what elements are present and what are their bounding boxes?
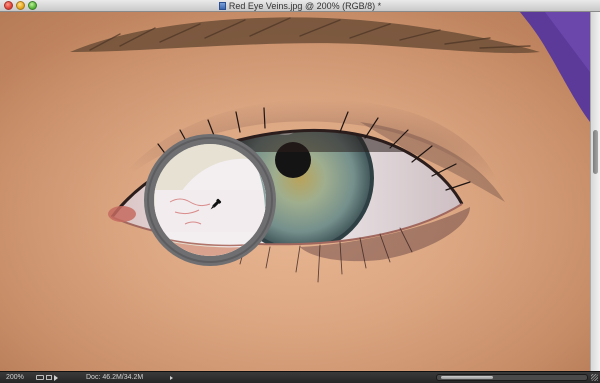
status-menu-arrow-icon[interactable]	[170, 376, 173, 380]
image-canvas[interactable]	[0, 12, 590, 371]
document-title: Red Eye Veins.jpg @ 200% (RGB/8) *	[228, 1, 382, 11]
eye-photo	[0, 12, 590, 371]
brush-cursor	[144, 134, 276, 266]
document-size: Doc: 46.2M/34.2M	[86, 374, 144, 381]
vertical-scroll-thumb[interactable]	[593, 130, 598, 174]
share-icon[interactable]	[54, 375, 58, 381]
horizontal-scroll-thumb[interactable]	[441, 376, 493, 379]
horizontal-scrollbar[interactable]	[436, 374, 588, 381]
document-icon	[218, 2, 226, 10]
document-title-wrap: Red Eye Veins.jpg @ 200% (RGB/8) *	[0, 0, 600, 12]
mask-icon[interactable]	[46, 375, 52, 380]
camera-raw-icon[interactable]	[36, 375, 44, 380]
zoom-level-field[interactable]: 200%	[6, 372, 24, 383]
vertical-scrollbar[interactable]	[590, 12, 600, 371]
title-bar: Red Eye Veins.jpg @ 200% (RGB/8) *	[0, 0, 600, 12]
status-bar: 200% Doc: 46.2M/34.2M	[0, 371, 600, 383]
resize-grip-icon[interactable]	[591, 374, 598, 381]
